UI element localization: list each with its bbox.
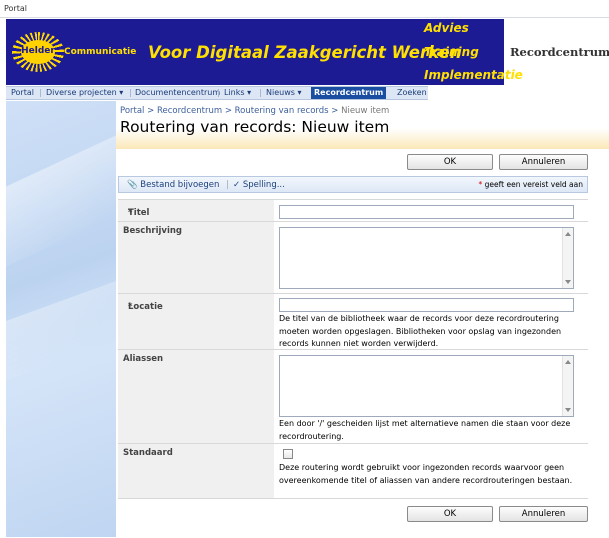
breadcrumb-routering[interactable]: Routering van records [235,106,329,116]
scroll-down-icon [565,280,571,284]
nav-item-links[interactable]: Links ▾ [224,87,251,99]
scrollbar[interactable] [562,356,573,416]
dropdown-arrow-icon: ▾ [247,88,252,97]
banner-slogan: Voor Digitaal Zaakgericht Werken [148,43,462,62]
aliases-label-cell: Aliassen [118,349,274,443]
page-title: Routering van records: Nieuw item [120,118,390,136]
location-help: De titel van de bibliotheek waar de reco… [279,314,562,348]
nav-item-recordcentrum[interactable]: Recordcentrum [311,87,387,99]
ok-button-bottom[interactable]: OK [407,506,493,522]
dropdown-arrow-icon: ▾ [119,88,124,97]
default-checkbox[interactable] [283,449,293,459]
item-form: Titel * Beschrijving Locatie * De titel … [118,199,588,499]
breadcrumb: Portal > Recordcentrum > Routering van r… [120,106,390,116]
tagline-implementatie: Implementatie [424,68,523,82]
site-banner: Helder Communicatie Voor Digitaal Zaakge… [6,19,523,85]
spelling-button[interactable]: ✓ Spelling... [233,180,285,190]
scroll-up-icon [565,232,571,236]
aliases-textarea[interactable] [279,355,574,417]
dropdown-arrow-icon: ▾ [297,88,302,97]
required-marker: * [128,208,133,218]
scrollbar[interactable] [562,228,573,288]
title-label-cell: Titel * [118,199,274,221]
logo-suffix: Communicatie [64,47,137,57]
tagline-training: Training [424,45,479,59]
cancel-button-top[interactable]: Annuleren [499,154,588,170]
scroll-up-icon [565,360,571,364]
title-input[interactable] [279,205,574,219]
location-input[interactable] [279,298,574,312]
attach-file-button[interactable]: 📎 Bestand bijvoegen [127,180,219,190]
aliases-help: Een door '/' gescheiden lijst met altern… [279,419,571,441]
nav-item-nieuws[interactable]: Nieuws ▾ [266,87,301,99]
nav-item-documentencentrum[interactable]: Documentencentrum [135,87,220,99]
breadcrumb-current: Nieuw item [341,106,390,116]
ok-button-top[interactable]: OK [407,154,493,170]
cancel-button-bottom[interactable]: Annuleren [499,506,588,522]
spellcheck-icon: ✓ [233,180,241,190]
required-note: * geeft een vereist veld aan [478,180,583,189]
site-name[interactable]: Recordcentrum [510,45,609,59]
tagline-advies: Advies [424,21,469,35]
location-label: Locatie [128,302,163,312]
default-label-cell: Standaard [118,443,274,499]
paperclip-icon: 📎 [127,180,138,190]
window-titlebar: Portal [0,0,609,18]
description-textarea[interactable] [279,227,574,289]
breadcrumb-recordcentrum[interactable]: Recordcentrum [157,106,222,116]
aliases-label: Aliassen [123,354,164,364]
nav-item-diverse-projecten[interactable]: Diverse projecten ▾ [46,87,123,99]
form-toolbar: 📎 Bestand bijvoegen | ✓ Spelling... * ge… [118,176,588,193]
default-label: Standaard [123,448,173,458]
nav-item-zoeken[interactable]: Zoeken [397,87,427,99]
helder-logo[interactable]: Helder [12,32,64,72]
required-marker: * [128,302,133,312]
nav-item-portal[interactable]: Portal [11,87,34,99]
description-label-cell: Beschrijving [118,221,274,293]
location-label-cell: Locatie * [118,293,274,349]
description-label: Beschrijving [123,226,183,236]
breadcrumb-portal[interactable]: Portal [120,106,144,116]
scroll-down-icon [565,408,571,412]
logo-text: Helder [21,46,55,56]
top-navigation: Portal Diverse projecten ▾ Documentencen… [6,86,428,100]
left-navigation-panel [6,101,116,537]
window-title: Portal [4,4,27,13]
default-help: Deze routering wordt gebruikt voor ingez… [279,463,573,485]
